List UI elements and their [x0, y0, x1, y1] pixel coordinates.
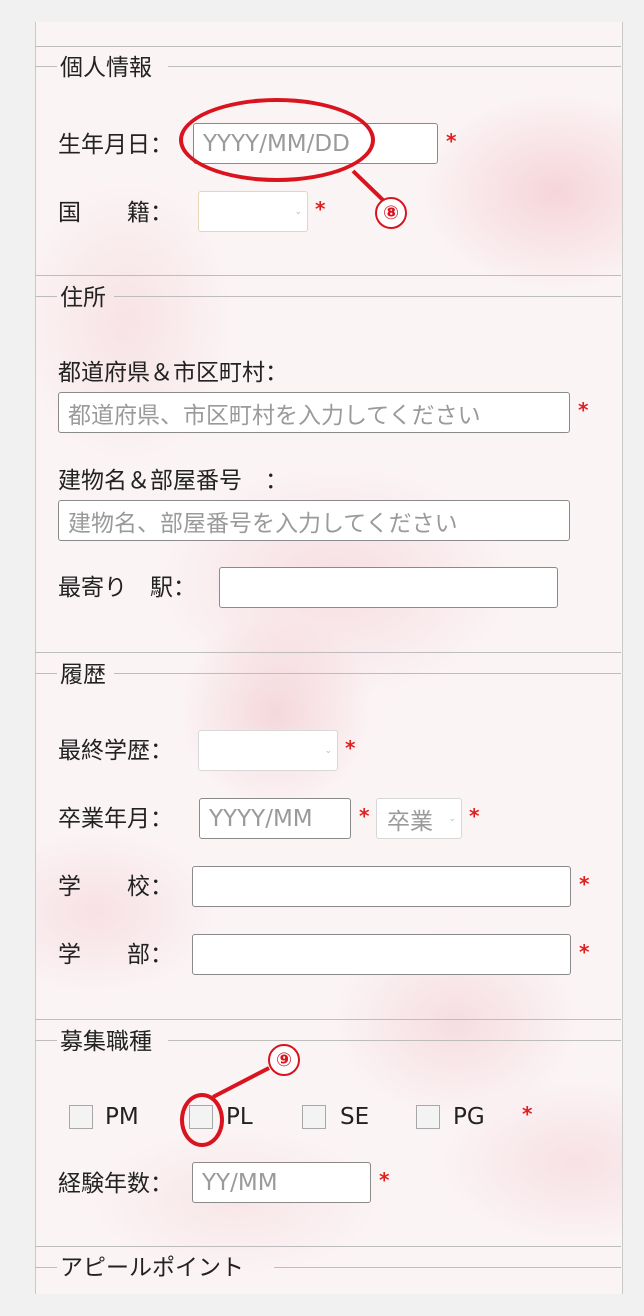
annotation-connectors	[212, 169, 386, 1099]
annotation-line-8	[351, 169, 386, 203]
annotation-number-8: ⑧	[375, 197, 407, 229]
annotation-line-9	[212, 1066, 270, 1099]
annotation-number-9: ⑨	[268, 1044, 300, 1076]
